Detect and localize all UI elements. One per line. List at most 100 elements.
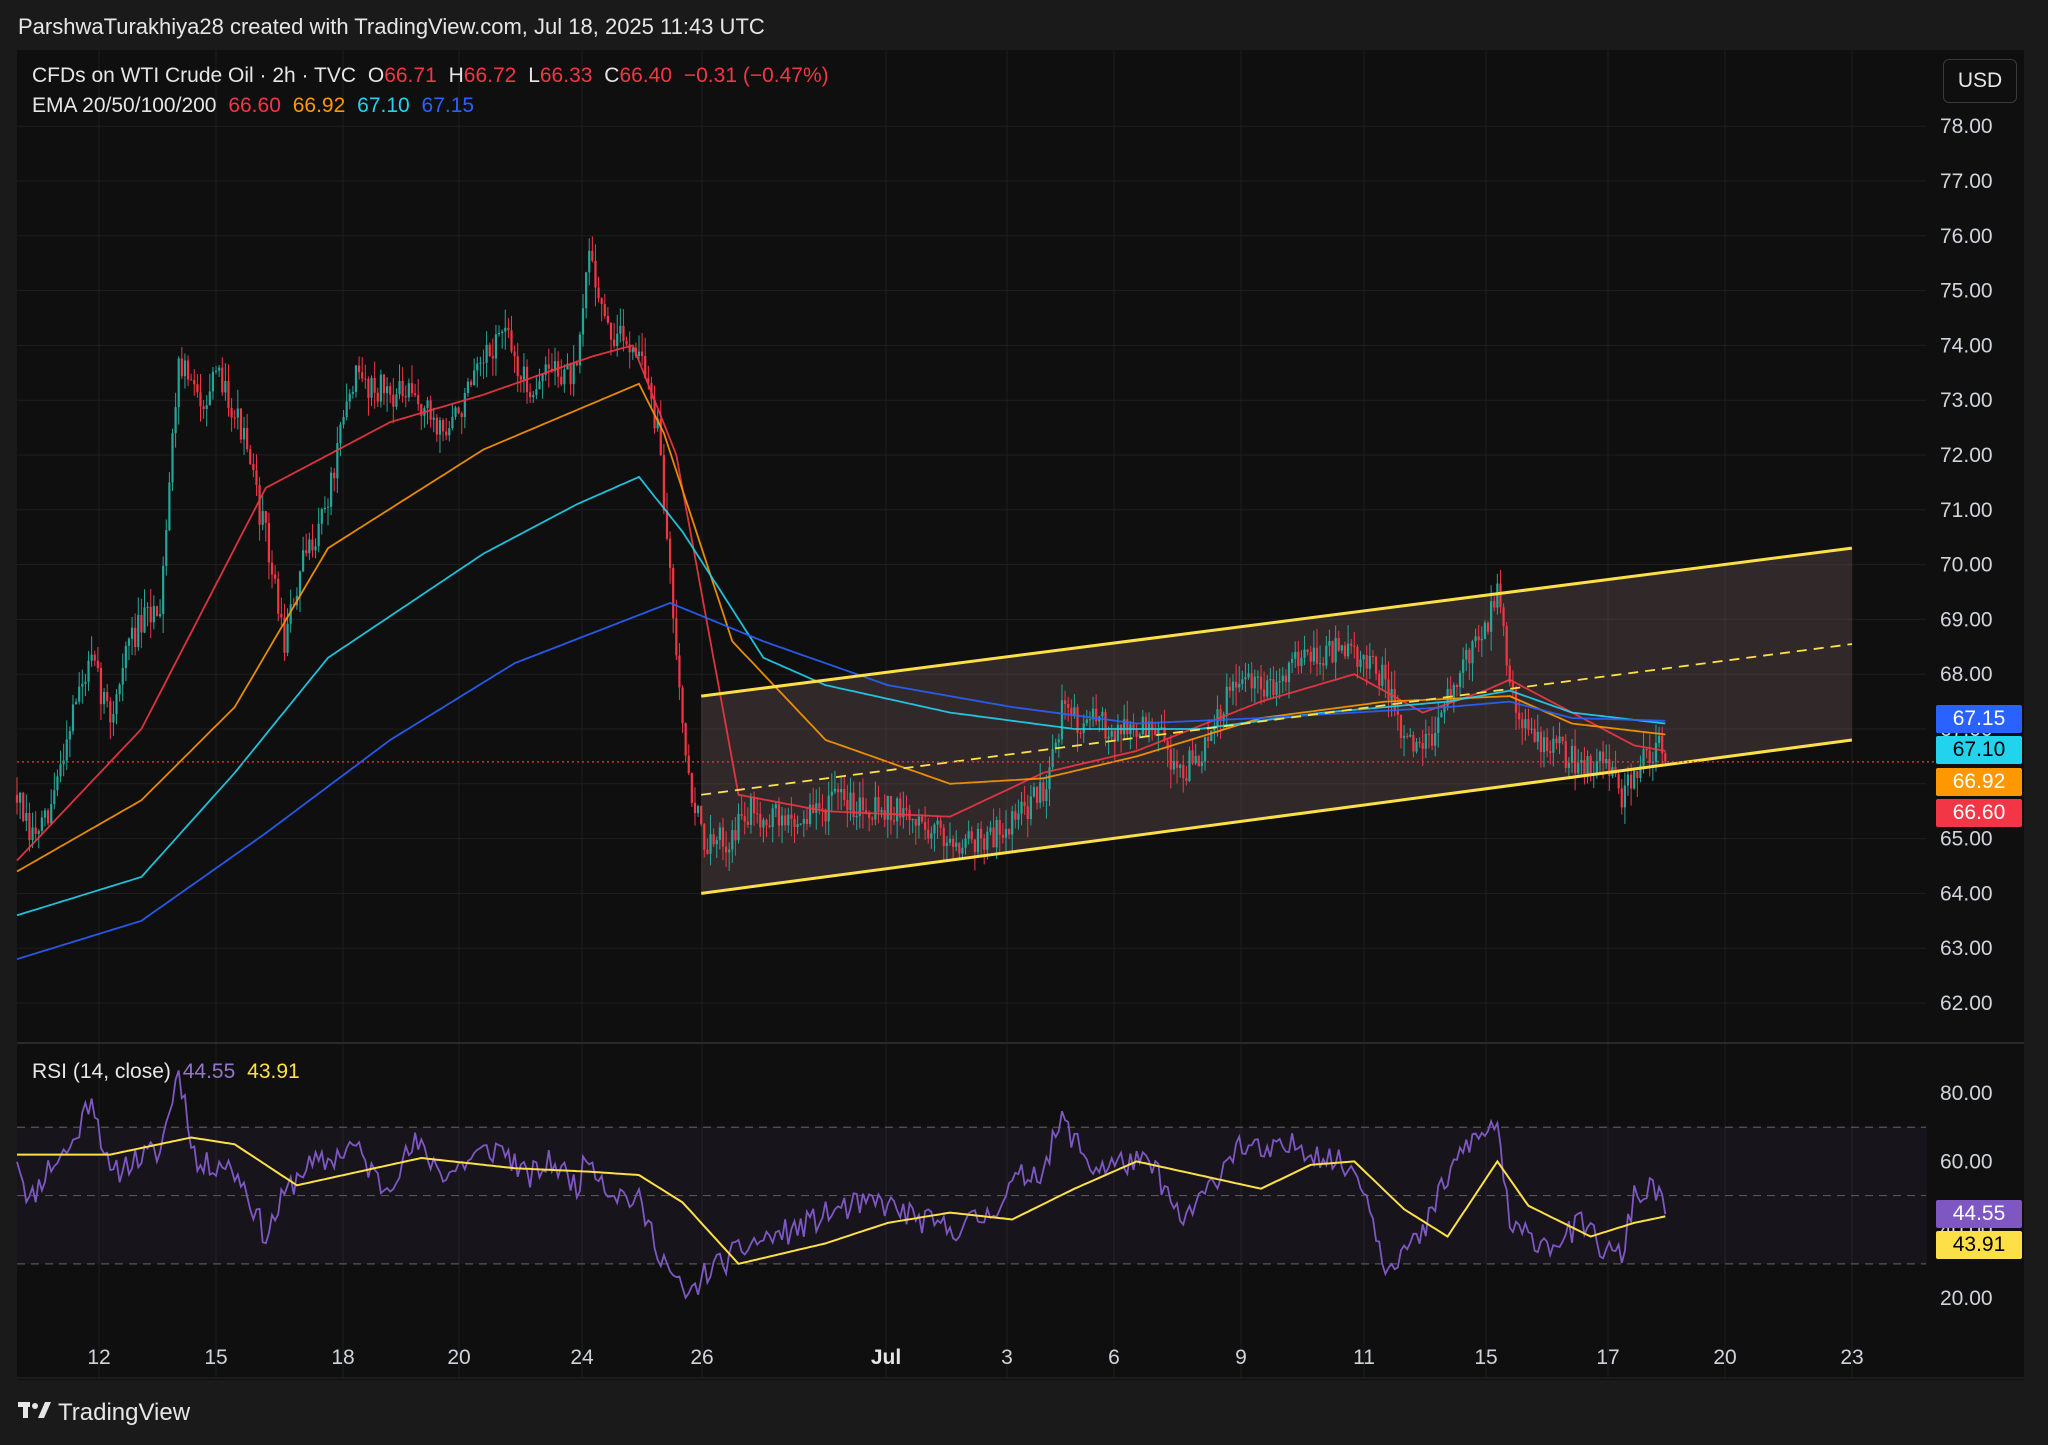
candle-body <box>47 810 50 824</box>
candle-body <box>25 813 28 821</box>
candle-body <box>1238 683 1241 688</box>
candle-body <box>90 654 93 661</box>
candle-body <box>930 833 933 839</box>
ema50-price-tag: 66.92 <box>1936 768 2022 796</box>
candle-body <box>109 701 112 723</box>
candle-body <box>1101 711 1104 717</box>
candle-body <box>224 381 227 393</box>
candle-body <box>1179 764 1182 768</box>
candle-body <box>771 808 774 828</box>
candle-body <box>1250 673 1253 689</box>
candle-body <box>970 831 973 840</box>
candle-body <box>1020 801 1023 814</box>
candle-body <box>1306 649 1309 652</box>
candle-body <box>684 723 687 756</box>
candle-body <box>529 392 532 398</box>
candle-body <box>230 408 233 418</box>
candle-body <box>1287 662 1291 683</box>
candle-body <box>242 428 246 440</box>
chart-canvas[interactable]: 62.0063.0064.0065.0066.0067.0068.0069.00… <box>0 0 2048 1445</box>
candle-body <box>541 374 544 382</box>
candle-body <box>274 574 277 579</box>
price-tick-label: 69.00 <box>1940 608 1993 631</box>
candle-body <box>1402 735 1406 738</box>
candle-body <box>846 800 849 811</box>
candle-body <box>1427 733 1431 735</box>
candle-body <box>836 788 840 793</box>
candle-body <box>146 606 149 608</box>
candle-body <box>1322 663 1325 666</box>
candle-body <box>339 424 342 444</box>
candle-body <box>917 816 920 826</box>
candle-body <box>180 358 183 377</box>
candle-body <box>1346 643 1350 657</box>
footer-brand[interactable]: TradingView <box>18 1399 190 1427</box>
candle-body <box>426 400 429 409</box>
symbol-label[interactable]: CFDs on WTI Crude Oil · 2h · TVC <box>32 64 356 87</box>
candle-body <box>1051 748 1054 768</box>
candle-body <box>1595 761 1598 774</box>
candle-body <box>952 838 955 847</box>
candle-body <box>1269 678 1272 681</box>
candle-body <box>976 828 980 853</box>
candle-body <box>877 797 880 812</box>
candle-body <box>1035 787 1039 803</box>
candle-body <box>728 849 731 853</box>
close-value: 66.40 <box>619 64 673 87</box>
candle-body <box>87 660 90 682</box>
candle-body <box>724 846 728 853</box>
currency-button[interactable]: USD <box>1943 59 2017 103</box>
close-label: C <box>604 64 620 87</box>
candle-body <box>50 804 53 824</box>
candle-body <box>1626 774 1630 786</box>
candle-body <box>392 394 395 407</box>
candle-body <box>575 362 578 366</box>
candle-body <box>239 408 243 440</box>
candle-body <box>183 360 187 377</box>
candle-body <box>1368 655 1371 669</box>
candle-body <box>1387 679 1390 700</box>
candle-body <box>1182 764 1185 779</box>
candle-body <box>1256 676 1259 678</box>
candle-body <box>298 571 302 596</box>
rsi-tick-label: 20.00 <box>1940 1287 1993 1310</box>
candle-body <box>902 808 905 818</box>
candle-body <box>833 788 837 792</box>
candle-body <box>594 260 597 288</box>
candle-body <box>1275 682 1278 695</box>
rsi-tick-label: 60.00 <box>1940 1150 1993 1173</box>
candle-body <box>1455 685 1459 688</box>
candle-body <box>463 393 466 418</box>
candle-body <box>1496 583 1499 608</box>
candle-body <box>457 407 460 414</box>
candle-body <box>1558 736 1561 744</box>
candle-body <box>1085 719 1088 724</box>
candle-body <box>1032 787 1036 797</box>
candle-body <box>815 803 818 813</box>
candle-body <box>1521 719 1524 729</box>
candle-body <box>1440 712 1443 718</box>
candle-body <box>933 824 936 834</box>
rsi-label[interactable]: RSI (14, close) <box>32 1060 171 1083</box>
candle-body <box>585 272 588 309</box>
time-tick-label: 18 <box>331 1346 354 1369</box>
candle-body <box>252 463 255 471</box>
candle-body <box>364 378 367 380</box>
price-tick-label: 77.00 <box>1940 170 1993 193</box>
candle-body <box>227 381 230 409</box>
candle-body <box>1141 716 1144 735</box>
candle-body <box>1297 651 1300 666</box>
low-label: L <box>528 64 540 87</box>
ema200-price-tag: 67.15 <box>1936 705 2022 733</box>
time-tick-label: 3 <box>1001 1346 1013 1369</box>
time-tick-label: 6 <box>1108 1346 1120 1369</box>
ema-label[interactable]: EMA 20/50/100/200 <box>32 94 216 117</box>
candle-body <box>1160 727 1163 729</box>
candle-body <box>889 795 893 821</box>
candle-body <box>805 818 809 825</box>
candle-body <box>1116 724 1120 742</box>
candle-body <box>597 287 600 299</box>
candle-body <box>99 667 103 705</box>
candle-body <box>1300 657 1303 666</box>
ema100-value: 67.10 <box>357 94 410 117</box>
